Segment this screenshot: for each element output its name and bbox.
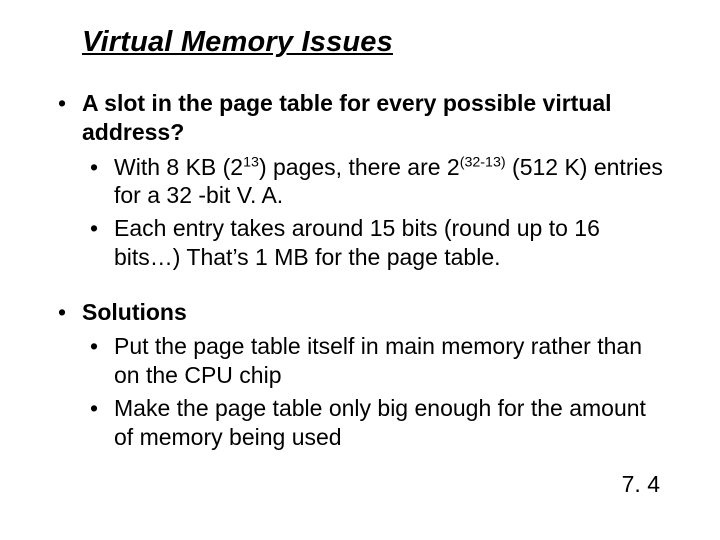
bullet-issue-lead: A slot in the page table for every possi… — [50, 89, 670, 147]
slide: Virtual Memory Issues A slot in the page… — [0, 0, 720, 540]
text-frag: ) pages, there are 2 — [259, 154, 460, 180]
bullet-entry-bits: Each entry takes around 15 bits (round u… — [50, 214, 670, 272]
bullet-solution-main-memory: Put the page table itself in main memory… — [50, 332, 670, 390]
text-frag: With 8 KB (2 — [114, 154, 243, 180]
group-issue: A slot in the page table for every possi… — [50, 89, 670, 272]
bullet-pages-entries: With 8 KB (213) pages, there are 2(32-13… — [50, 153, 670, 211]
bullet-solution-sized-table: Make the page table only big enough for … — [50, 394, 670, 452]
superscript-32-13: (32-13) — [460, 154, 506, 170]
superscript-13: 13 — [243, 154, 259, 170]
slide-title: Virtual Memory Issues — [82, 26, 670, 59]
bullet-solutions-lead: Solutions — [50, 298, 670, 327]
page-number: 7. 4 — [622, 471, 660, 498]
group-solutions: Solutions Put the page table itself in m… — [50, 298, 670, 452]
